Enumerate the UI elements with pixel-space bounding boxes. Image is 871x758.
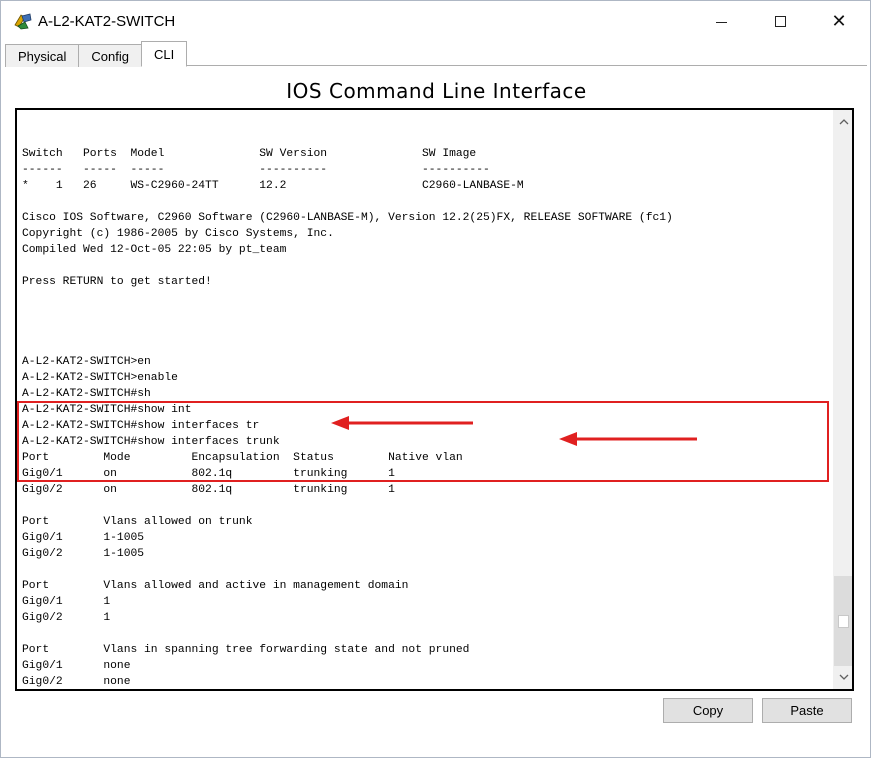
terminal-line: Copyright (c) 1986-2005 by Cisco Systems… [22, 228, 334, 240]
close-icon: ✕ [831, 10, 847, 31]
window-title: A-L2-KAT2-SWITCH [38, 13, 176, 30]
terminal-line: Port Vlans allowed on trunk [22, 516, 253, 528]
cli-heading: IOS Command Line Interface [286, 79, 587, 103]
terminal-line: Port Vlans allowed and active in managem… [22, 580, 409, 592]
terminal-line: A-L2-KAT2-SWITCH# [22, 690, 673, 691]
terminal-line: Gig0/1 1 [22, 596, 111, 608]
tab-physical[interactable]: Physical [5, 44, 80, 67]
close-button[interactable]: ✕ [816, 1, 862, 41]
terminal-line: Compiled Wed 12-Oct-05 22:05 by pt_team [22, 244, 287, 256]
cli-terminal[interactable]: Switch Ports Model SW Version SW Image --… [15, 108, 854, 691]
terminal-line: Gig0/1 none [22, 660, 131, 672]
text-cursor [138, 690, 139, 691]
cli-window: A-L2-KAT2-SWITCH ✕ Physical Config CLI I… [0, 0, 871, 758]
terminal-line: A-L2-KAT2-SWITCH>en [22, 356, 151, 368]
tab-bar: Physical Config CLI [5, 41, 188, 67]
terminal-line: Port Vlans in spanning tree forwarding s… [22, 644, 470, 656]
terminal-line: A-L2-KAT2-SWITCH>enable [22, 372, 178, 384]
terminal-line: A-L2-KAT2-SWITCH#show int [22, 404, 192, 416]
terminal-line: Gig0/2 on 802.1q trunking 1 [22, 484, 395, 496]
terminal-line: Switch Ports Model SW Version SW Image [22, 148, 477, 160]
terminal-line: Cisco IOS Software, C2960 Software (C296… [22, 212, 673, 224]
maximize-button[interactable] [757, 1, 803, 41]
scroll-up-arrow-icon[interactable] [834, 112, 852, 132]
paste-button[interactable]: Paste [762, 698, 852, 723]
title-bar[interactable]: A-L2-KAT2-SWITCH ✕ [1, 1, 870, 41]
tab-config[interactable]: Config [78, 44, 142, 67]
terminal-line: ------ ----- ----- ---------- ---------- [22, 164, 490, 176]
minimize-icon [715, 21, 727, 23]
terminal-line: Port Mode Encapsulation Status Native vl… [22, 452, 463, 464]
terminal-output: Switch Ports Model SW Version SW Image --… [22, 146, 673, 691]
maximize-icon [774, 15, 786, 27]
terminal-line: A-L2-KAT2-SWITCH#show interfaces trunk [22, 436, 280, 448]
scroll-down-arrow-icon[interactable] [834, 667, 852, 687]
terminal-line: Gig0/2 1 [22, 612, 111, 624]
packet-tracer-switch-icon [14, 13, 32, 30]
terminal-line: Press RETURN to get started! [22, 276, 212, 288]
minimize-button[interactable] [698, 1, 744, 41]
copy-button[interactable]: Copy [663, 698, 753, 723]
terminal-scrollbar[interactable] [833, 110, 852, 689]
terminal-line: Gig0/1 1-1005 [22, 532, 145, 544]
terminal-line: Gig0/2 1-1005 [22, 548, 145, 560]
terminal-line: Gig0/2 none [22, 676, 131, 688]
terminal-line: A-L2-KAT2-SWITCH#sh [22, 388, 151, 400]
scroll-thumb[interactable] [838, 615, 849, 628]
terminal-line: * 1 26 WS-C2960-24TT 12.2 C2960-LANBASE-… [22, 180, 524, 192]
tab-cli[interactable]: CLI [141, 41, 188, 67]
terminal-line: A-L2-KAT2-SWITCH#show interfaces tr [22, 420, 260, 432]
terminal-line: Gig0/1 on 802.1q trunking 1 [22, 468, 395, 480]
